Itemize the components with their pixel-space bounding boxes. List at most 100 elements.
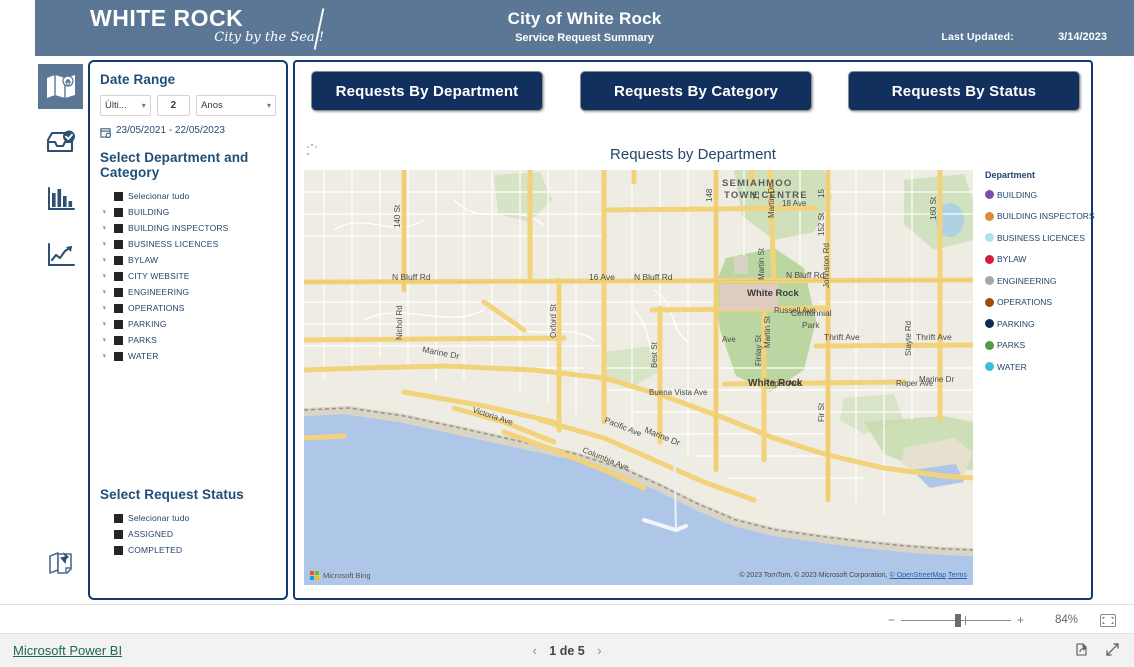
checkbox-icon[interactable] (114, 271, 123, 281)
relative-mode-dropdown[interactable]: Últi... ▾ (100, 95, 151, 116)
zoom-in-button[interactable]: + (1017, 613, 1024, 627)
legend-item[interactable]: OPERATIONS (985, 292, 1090, 314)
pinned-notes-icon (46, 549, 76, 577)
list-item[interactable]: ▾ OPERATIONS (100, 300, 276, 316)
list-item[interactable]: ▾ PARKS (100, 332, 276, 348)
legend-item[interactable]: PARKING (985, 313, 1090, 335)
legend-color-dot (985, 276, 994, 286)
relative-unit-dropdown[interactable]: Anos ▾ (196, 95, 276, 116)
checkbox-icon[interactable] (114, 319, 123, 329)
terms-link[interactable]: Terms (948, 572, 967, 579)
expand-chevron-icon[interactable]: ▾ (100, 336, 109, 344)
legend-label: PARKS (997, 340, 1026, 351)
list-item[interactable]: ▾ BYLAW (100, 252, 276, 268)
list-item[interactable]: ▾ CITY WEBSITE (100, 268, 276, 284)
checkbox-icon[interactable] (114, 545, 123, 555)
map-icon (46, 74, 76, 100)
fullscreen-icon[interactable] (1105, 642, 1120, 662)
svg-text:Thrift Ave: Thrift Ave (916, 332, 952, 342)
page-indicator: 1 de 5 (549, 644, 585, 658)
fit-to-page-button[interactable] (1100, 614, 1116, 632)
department-select-all-row[interactable]: Selecionar tudo (100, 188, 276, 204)
last-updated-value: 3/14/2023 (1058, 31, 1107, 43)
legend-item[interactable]: ENGINEERING (985, 270, 1090, 292)
requests-by-category-button[interactable]: Requests By Category (580, 71, 812, 111)
department-list: Selecionar tudo ▾ BUILDING ▾ BUILDING IN… (100, 188, 276, 364)
expand-chevron-icon[interactable]: ▾ (100, 288, 109, 296)
expand-chevron-icon[interactable]: ▾ (100, 224, 109, 232)
zoom-slider[interactable]: − + (888, 613, 1024, 627)
expand-chevron-icon[interactable]: ▾ (100, 304, 109, 312)
next-page-button[interactable]: › (588, 643, 610, 658)
legend-item[interactable]: BUILDING INSPECTORS (985, 206, 1095, 228)
previous-page-button[interactable]: ‹ (523, 643, 545, 658)
status-select-all-label: Selecionar tudo (128, 513, 190, 523)
report-header: WHITE ROCK City by the Sea ! City of Whi… (35, 0, 1134, 56)
checkbox-icon[interactable] (114, 335, 123, 345)
list-item[interactable]: ▾ PARKING (100, 316, 276, 332)
legend-color-dot (985, 340, 994, 350)
checkbox-icon[interactable] (114, 207, 123, 217)
checkbox-icon[interactable] (114, 223, 123, 233)
share-icon[interactable] (1074, 642, 1089, 662)
openstreetmap-link[interactable]: © OpenStreetMap (890, 572, 947, 579)
requests-by-status-button[interactable]: Requests By Status (848, 71, 1080, 111)
svg-text:White Rock: White Rock (748, 378, 803, 389)
svg-text:Nichol Rd: Nichol Rd (395, 305, 404, 340)
legend-item[interactable]: WATER (985, 356, 1090, 378)
svg-text:Buena Vista Ave: Buena Vista Ave (649, 388, 708, 397)
list-item[interactable]: ▾ BUILDING INSPECTORS (100, 220, 276, 236)
zoom-out-button[interactable]: − (888, 613, 895, 627)
expand-chevron-icon[interactable]: ▾ (100, 320, 109, 328)
status-label: COMPLETED (128, 545, 183, 555)
expand-chevron-icon[interactable]: ▾ (100, 208, 109, 216)
svg-text:Fir St: Fir St (817, 402, 826, 422)
checkbox-icon[interactable] (114, 513, 123, 523)
department-label: PARKING (128, 319, 167, 329)
expand-chevron-icon[interactable]: ▾ (100, 240, 109, 248)
legend-item[interactable]: BUILDING (985, 184, 1090, 206)
relative-count-input[interactable]: 2 (156, 95, 191, 116)
rail-item-bar-chart[interactable] (38, 176, 83, 221)
status-label: ASSIGNED (128, 529, 174, 539)
map-visual[interactable]: SEMIAHMOO TOWN CENTRE 18 Ave N Bluff Rd … (304, 170, 973, 585)
list-item[interactable]: ▾ BUILDING (100, 204, 276, 220)
list-item[interactable]: COMPLETED (114, 542, 280, 558)
legend-label: BYLAW (997, 254, 1027, 265)
expand-chevron-icon[interactable]: ▾ (100, 352, 109, 360)
legend-label: WATER (997, 361, 1027, 372)
legend-item[interactable]: BUSINESS LICENCES (985, 227, 1090, 249)
svg-text:18 Ave: 18 Ave (782, 199, 807, 208)
rail-item-map[interactable] (38, 64, 83, 109)
status-bar: − + 84% (0, 604, 1134, 634)
rail-item-line-chart[interactable] (38, 232, 83, 277)
checkbox-icon[interactable] (114, 529, 123, 539)
list-item[interactable]: ▾ WATER (100, 348, 276, 364)
checkbox-icon[interactable] (114, 191, 123, 201)
status-select-all-row[interactable]: Selecionar tudo (114, 510, 280, 526)
svg-text:Oxford St: Oxford St (549, 303, 558, 338)
legend-color-dot (985, 362, 994, 372)
rail-item-pinned-notes[interactable] (38, 540, 83, 585)
legend-item[interactable]: BYLAW (985, 249, 1090, 271)
list-item[interactable]: ASSIGNED (114, 526, 280, 542)
svg-text:Johnston Rd: Johnston Rd (822, 243, 831, 288)
checkbox-icon[interactable] (114, 239, 123, 249)
checkbox-icon[interactable] (114, 255, 123, 265)
list-item[interactable]: ▾ ENGINEERING (100, 284, 276, 300)
checkbox-icon[interactable] (114, 287, 123, 297)
status-heading: Select Request Status (100, 487, 244, 502)
filter-panel: Date Range Últi... ▾ 2 Anos ▾ 23/05/2021… (88, 60, 288, 600)
expand-chevron-icon[interactable]: ▾ (100, 272, 109, 280)
list-item[interactable]: ▾ BUSINESS LICENCES (100, 236, 276, 252)
legend-item[interactable]: PARKS (985, 335, 1090, 357)
expand-chevron-icon[interactable]: ▾ (100, 256, 109, 264)
checkbox-icon[interactable] (114, 351, 123, 361)
checkbox-icon[interactable] (114, 303, 123, 313)
report-nav-buttons: Requests By Department Requests By Categ… (295, 71, 1091, 113)
legend-label: ENGINEERING (997, 275, 1057, 286)
zoom-slider-track[interactable] (900, 613, 1011, 627)
zoom-slider-thumb[interactable] (954, 613, 961, 627)
rail-item-requests[interactable] (38, 120, 83, 165)
requests-by-department-button[interactable]: Requests By Department (311, 71, 543, 111)
